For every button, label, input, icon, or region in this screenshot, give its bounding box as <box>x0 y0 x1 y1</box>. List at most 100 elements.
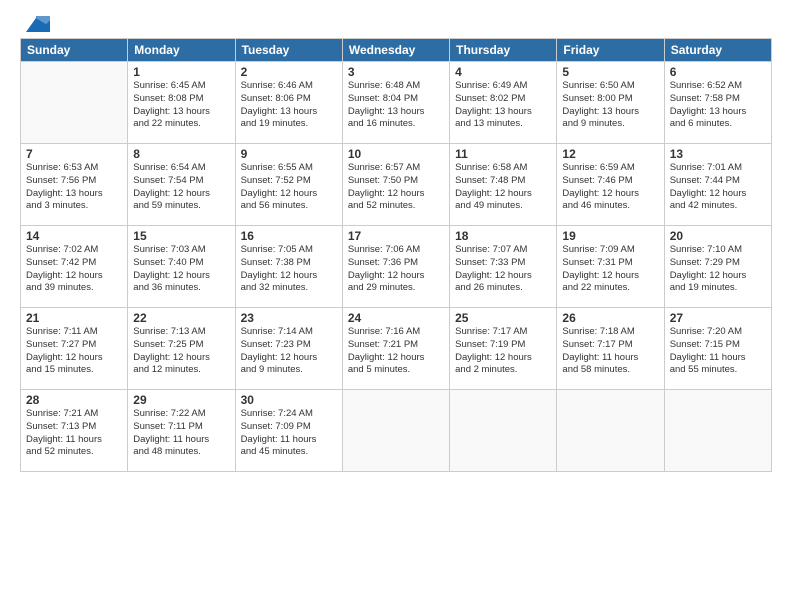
calendar-cell: 22Sunrise: 7:13 AM Sunset: 7:25 PM Dayli… <box>128 308 235 390</box>
day-number: 21 <box>26 311 122 325</box>
day-number: 4 <box>455 65 551 79</box>
day-info: Sunrise: 6:54 AM Sunset: 7:54 PM Dayligh… <box>133 162 229 213</box>
calendar-body: 1Sunrise: 6:45 AM Sunset: 8:08 PM Daylig… <box>21 62 772 472</box>
day-number: 12 <box>562 147 658 161</box>
calendar-cell: 10Sunrise: 6:57 AM Sunset: 7:50 PM Dayli… <box>342 144 449 226</box>
calendar-cell: 28Sunrise: 7:21 AM Sunset: 7:13 PM Dayli… <box>21 390 128 472</box>
calendar-cell <box>450 390 557 472</box>
day-number: 11 <box>455 147 551 161</box>
calendar-header-row: SundayMondayTuesdayWednesdayThursdayFrid… <box>21 39 772 62</box>
day-number: 20 <box>670 229 766 243</box>
calendar-cell: 8Sunrise: 6:54 AM Sunset: 7:54 PM Daylig… <box>128 144 235 226</box>
calendar-cell: 7Sunrise: 6:53 AM Sunset: 7:56 PM Daylig… <box>21 144 128 226</box>
day-info: Sunrise: 6:49 AM Sunset: 8:02 PM Dayligh… <box>455 80 551 131</box>
header <box>20 16 772 30</box>
day-info: Sunrise: 7:22 AM Sunset: 7:11 PM Dayligh… <box>133 408 229 459</box>
day-info: Sunrise: 6:52 AM Sunset: 7:58 PM Dayligh… <box>670 80 766 131</box>
calendar-cell: 19Sunrise: 7:09 AM Sunset: 7:31 PM Dayli… <box>557 226 664 308</box>
weekday-header: Tuesday <box>235 39 342 62</box>
day-info: Sunrise: 7:24 AM Sunset: 7:09 PM Dayligh… <box>241 408 337 459</box>
day-info: Sunrise: 6:57 AM Sunset: 7:50 PM Dayligh… <box>348 162 444 213</box>
day-info: Sunrise: 7:14 AM Sunset: 7:23 PM Dayligh… <box>241 326 337 377</box>
calendar-cell: 20Sunrise: 7:10 AM Sunset: 7:29 PM Dayli… <box>664 226 771 308</box>
day-info: Sunrise: 7:10 AM Sunset: 7:29 PM Dayligh… <box>670 244 766 295</box>
day-info: Sunrise: 7:11 AM Sunset: 7:27 PM Dayligh… <box>26 326 122 377</box>
day-number: 18 <box>455 229 551 243</box>
day-info: Sunrise: 6:53 AM Sunset: 7:56 PM Dayligh… <box>26 162 122 213</box>
weekday-header: Saturday <box>664 39 771 62</box>
calendar-cell: 21Sunrise: 7:11 AM Sunset: 7:27 PM Dayli… <box>21 308 128 390</box>
calendar-cell: 12Sunrise: 6:59 AM Sunset: 7:46 PM Dayli… <box>557 144 664 226</box>
day-number: 29 <box>133 393 229 407</box>
day-number: 23 <box>241 311 337 325</box>
day-info: Sunrise: 7:09 AM Sunset: 7:31 PM Dayligh… <box>562 244 658 295</box>
calendar-cell: 30Sunrise: 7:24 AM Sunset: 7:09 PM Dayli… <box>235 390 342 472</box>
day-number: 1 <box>133 65 229 79</box>
calendar-cell: 11Sunrise: 6:58 AM Sunset: 7:48 PM Dayli… <box>450 144 557 226</box>
calendar-cell <box>664 390 771 472</box>
day-number: 5 <box>562 65 658 79</box>
day-info: Sunrise: 7:06 AM Sunset: 7:36 PM Dayligh… <box>348 244 444 295</box>
calendar-cell: 1Sunrise: 6:45 AM Sunset: 8:08 PM Daylig… <box>128 62 235 144</box>
calendar-week-row: 28Sunrise: 7:21 AM Sunset: 7:13 PM Dayli… <box>21 390 772 472</box>
calendar-cell <box>557 390 664 472</box>
calendar-cell: 15Sunrise: 7:03 AM Sunset: 7:40 PM Dayli… <box>128 226 235 308</box>
calendar-cell: 6Sunrise: 6:52 AM Sunset: 7:58 PM Daylig… <box>664 62 771 144</box>
day-info: Sunrise: 6:58 AM Sunset: 7:48 PM Dayligh… <box>455 162 551 213</box>
day-info: Sunrise: 7:02 AM Sunset: 7:42 PM Dayligh… <box>26 244 122 295</box>
calendar-cell: 26Sunrise: 7:18 AM Sunset: 7:17 PM Dayli… <box>557 308 664 390</box>
day-info: Sunrise: 7:18 AM Sunset: 7:17 PM Dayligh… <box>562 326 658 377</box>
day-info: Sunrise: 7:13 AM Sunset: 7:25 PM Dayligh… <box>133 326 229 377</box>
weekday-header: Friday <box>557 39 664 62</box>
day-number: 24 <box>348 311 444 325</box>
day-info: Sunrise: 6:46 AM Sunset: 8:06 PM Dayligh… <box>241 80 337 131</box>
logo <box>20 16 50 30</box>
day-info: Sunrise: 6:55 AM Sunset: 7:52 PM Dayligh… <box>241 162 337 213</box>
calendar-week-row: 21Sunrise: 7:11 AM Sunset: 7:27 PM Dayli… <box>21 308 772 390</box>
day-info: Sunrise: 7:01 AM Sunset: 7:44 PM Dayligh… <box>670 162 766 213</box>
calendar-cell: 27Sunrise: 7:20 AM Sunset: 7:15 PM Dayli… <box>664 308 771 390</box>
calendar-cell: 16Sunrise: 7:05 AM Sunset: 7:38 PM Dayli… <box>235 226 342 308</box>
day-info: Sunrise: 6:59 AM Sunset: 7:46 PM Dayligh… <box>562 162 658 213</box>
day-number: 30 <box>241 393 337 407</box>
day-number: 6 <box>670 65 766 79</box>
day-number: 13 <box>670 147 766 161</box>
calendar-table: SundayMondayTuesdayWednesdayThursdayFrid… <box>20 38 772 472</box>
day-number: 22 <box>133 311 229 325</box>
day-info: Sunrise: 7:05 AM Sunset: 7:38 PM Dayligh… <box>241 244 337 295</box>
day-number: 17 <box>348 229 444 243</box>
calendar-cell: 24Sunrise: 7:16 AM Sunset: 7:21 PM Dayli… <box>342 308 449 390</box>
calendar-week-row: 7Sunrise: 6:53 AM Sunset: 7:56 PM Daylig… <box>21 144 772 226</box>
day-number: 9 <box>241 147 337 161</box>
calendar-cell: 14Sunrise: 7:02 AM Sunset: 7:42 PM Dayli… <box>21 226 128 308</box>
calendar-cell: 25Sunrise: 7:17 AM Sunset: 7:19 PM Dayli… <box>450 308 557 390</box>
day-number: 25 <box>455 311 551 325</box>
calendar-cell: 4Sunrise: 6:49 AM Sunset: 8:02 PM Daylig… <box>450 62 557 144</box>
day-number: 7 <box>26 147 122 161</box>
calendar-cell <box>342 390 449 472</box>
logo-icon <box>22 16 50 34</box>
day-number: 10 <box>348 147 444 161</box>
day-info: Sunrise: 7:17 AM Sunset: 7:19 PM Dayligh… <box>455 326 551 377</box>
day-number: 19 <box>562 229 658 243</box>
weekday-header: Sunday <box>21 39 128 62</box>
day-info: Sunrise: 7:20 AM Sunset: 7:15 PM Dayligh… <box>670 326 766 377</box>
calendar-cell: 5Sunrise: 6:50 AM Sunset: 8:00 PM Daylig… <box>557 62 664 144</box>
day-number: 14 <box>26 229 122 243</box>
day-info: Sunrise: 6:48 AM Sunset: 8:04 PM Dayligh… <box>348 80 444 131</box>
weekday-header: Thursday <box>450 39 557 62</box>
weekday-header: Monday <box>128 39 235 62</box>
day-number: 8 <box>133 147 229 161</box>
day-info: Sunrise: 6:50 AM Sunset: 8:00 PM Dayligh… <box>562 80 658 131</box>
calendar-week-row: 14Sunrise: 7:02 AM Sunset: 7:42 PM Dayli… <box>21 226 772 308</box>
calendar-cell: 18Sunrise: 7:07 AM Sunset: 7:33 PM Dayli… <box>450 226 557 308</box>
weekday-header: Wednesday <box>342 39 449 62</box>
calendar-cell <box>21 62 128 144</box>
day-number: 15 <box>133 229 229 243</box>
day-number: 26 <box>562 311 658 325</box>
day-number: 16 <box>241 229 337 243</box>
calendar-week-row: 1Sunrise: 6:45 AM Sunset: 8:08 PM Daylig… <box>21 62 772 144</box>
calendar-cell: 9Sunrise: 6:55 AM Sunset: 7:52 PM Daylig… <box>235 144 342 226</box>
day-info: Sunrise: 6:45 AM Sunset: 8:08 PM Dayligh… <box>133 80 229 131</box>
calendar-cell: 13Sunrise: 7:01 AM Sunset: 7:44 PM Dayli… <box>664 144 771 226</box>
